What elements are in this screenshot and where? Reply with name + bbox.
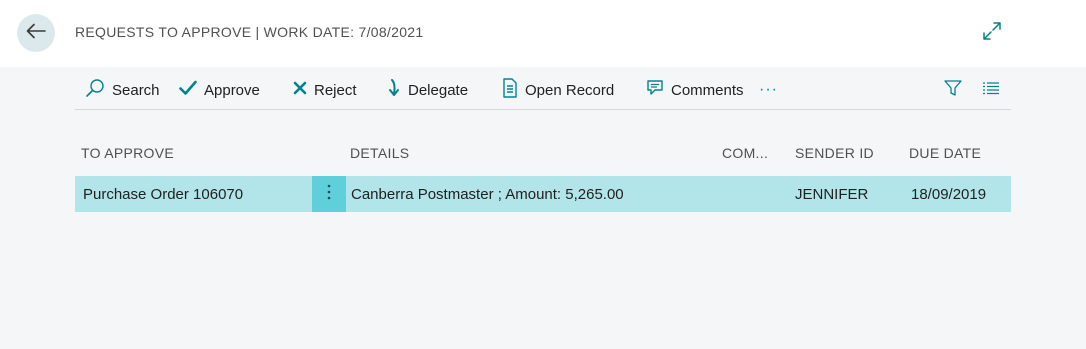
table-row[interactable]: Purchase Order 106070 Canberra Postmaste… [75,176,1011,212]
row-menu-button[interactable] [312,176,346,212]
vertical-ellipsis-icon [327,184,331,204]
delegate-label: Delegate [408,81,469,99]
search-label: Search [112,81,160,99]
page-header: REQUESTS TO APPROVE | WORK DATE: 7/08/20… [0,0,1086,67]
x-icon [293,81,314,99]
filter-icon [944,79,969,101]
filter-button[interactable] [944,72,969,108]
expand-icon [983,21,1001,45]
more-actions-button[interactable]: ··· [759,72,778,108]
approve-label: Approve [204,81,260,99]
column-header-details[interactable]: DETAILS [350,145,409,161]
column-header-sender-id[interactable]: SENDER ID [795,145,874,161]
search-button[interactable]: Search [85,72,160,108]
comments-label: Comments [671,81,744,99]
open-record-button[interactable]: Open Record [502,72,614,108]
delegate-button[interactable]: Delegate [387,72,468,108]
column-header-comment[interactable]: COM... [722,145,768,161]
list-icon [982,80,1007,100]
list-view-button[interactable] [982,72,1007,108]
column-header-to-approve[interactable]: TO APPROVE [81,145,174,161]
search-icon [85,78,112,102]
page-title: REQUESTS TO APPROVE | WORK DATE: 7/08/20… [75,24,424,40]
expand-button[interactable] [981,21,1003,45]
checkmark-icon [179,80,204,100]
column-header-due-date[interactable]: DUE DATE [909,145,981,161]
cell-details: Canberra Postmaster ; Amount: 5,265.00 [351,185,624,203]
arrow-down-icon [387,79,408,101]
arrow-left-icon [26,23,46,44]
comment-icon [646,79,671,101]
back-button[interactable] [17,14,55,52]
cell-to-approve[interactable]: Purchase Order 106070 [83,176,243,212]
open-record-label: Open Record [525,81,615,99]
cell-due-date: 18/09/2019 [911,185,987,203]
cell-sender-id: JENNIFER [795,185,869,203]
reject-button[interactable]: Reject [293,72,357,108]
approve-button[interactable]: Approve [179,72,260,108]
reject-label: Reject [314,81,357,99]
comments-button[interactable]: Comments [646,72,744,108]
document-icon [502,78,525,102]
action-bar: Search Approve Reject Delegate Open Reco… [75,72,1011,110]
